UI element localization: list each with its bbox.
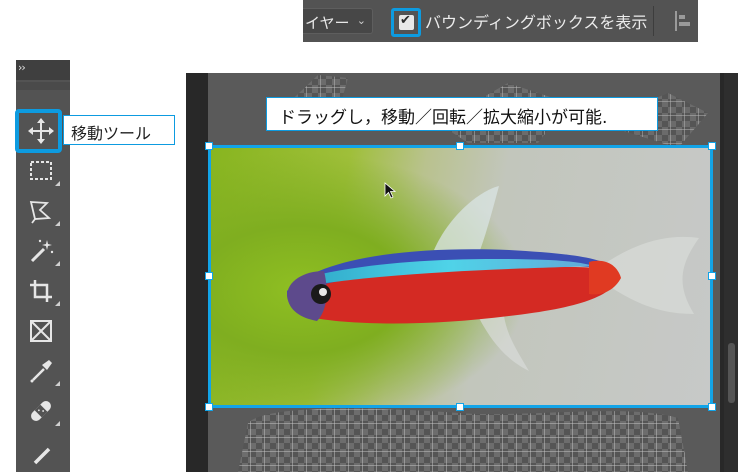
submenu-indicator — [55, 181, 60, 186]
bounding-box-checkbox[interactable]: ✔ — [399, 13, 414, 30]
collapse-panel-button[interactable]: ›› — [18, 61, 26, 74]
submenu-indicator — [55, 421, 60, 426]
transform-handle-left[interactable] — [205, 272, 213, 280]
submenu-indicator — [55, 261, 60, 266]
submenu-indicator — [55, 221, 60, 226]
bounding-box-label[interactable]: バウンディングボックスを表示 — [425, 9, 647, 33]
move-tool-highlight — [15, 109, 62, 153]
rectangular-marquee-tool[interactable] — [16, 152, 70, 190]
transform-handle-bottom[interactable] — [456, 403, 464, 411]
panel-grip[interactable] — [16, 82, 70, 90]
marquee-icon — [30, 161, 52, 180]
crop-tool[interactable] — [16, 272, 70, 310]
bandage-icon — [31, 401, 51, 421]
transform-handle-top-right[interactable] — [708, 142, 716, 150]
crop-icon — [30, 280, 52, 302]
submenu-indicator — [55, 301, 60, 306]
frame-tool[interactable] — [16, 312, 70, 350]
arrow-cursor-icon — [384, 182, 397, 199]
spot-healing-tool[interactable] — [16, 392, 70, 430]
brush-icon — [33, 447, 51, 465]
bounding-box-checkbox-highlight: ✔ — [391, 8, 421, 37]
options-divider — [653, 6, 654, 36]
transform-handle-right[interactable] — [708, 272, 716, 280]
vertical-scrollbar[interactable] — [724, 73, 738, 472]
chevron-down-icon: ⌄ — [356, 14, 366, 27]
magic-wand-tool[interactable] — [16, 232, 70, 270]
magic-wand-icon — [30, 239, 54, 263]
submenu-indicator — [55, 381, 60, 386]
scrollbar-thumb[interactable] — [728, 343, 735, 403]
bounding-box[interactable] — [208, 145, 713, 408]
checkmark-icon: ✔ — [400, 13, 411, 28]
transform-handle-bottom-right[interactable] — [708, 403, 716, 411]
brush-tool[interactable] — [16, 432, 70, 470]
layer-dropdown-value: イヤー — [305, 14, 350, 32]
lasso-tool[interactable] — [16, 192, 70, 230]
auto-select-layer-dropdown[interactable]: イヤー ⌄ — [303, 8, 373, 34]
transform-handle-bottom-left[interactable] — [205, 403, 213, 411]
move-tool-callout-text: 移動ツール — [71, 124, 152, 143]
eyedropper-icon — [30, 360, 52, 383]
move-tool-callout: 移動ツール — [63, 115, 175, 145]
transform-handle-top[interactable] — [456, 142, 464, 150]
tools-panel-header: ›› — [16, 60, 70, 80]
lasso-icon — [29, 201, 52, 224]
frame-icon — [30, 320, 52, 342]
canvas-instruction-callout: ドラッグし，移動／回転／拡大縮小が可能. — [266, 97, 658, 131]
options-bar: イヤー ⌄ ✔ バウンディングボックスを表示 — [303, 0, 698, 42]
transform-handle-top-left[interactable] — [205, 142, 213, 150]
canvas-instruction-text: ドラッグし，移動／回転／拡大縮小が可能. — [279, 108, 608, 128]
align-left-edges-icon[interactable] — [673, 10, 693, 32]
eyedropper-tool[interactable] — [16, 352, 70, 390]
